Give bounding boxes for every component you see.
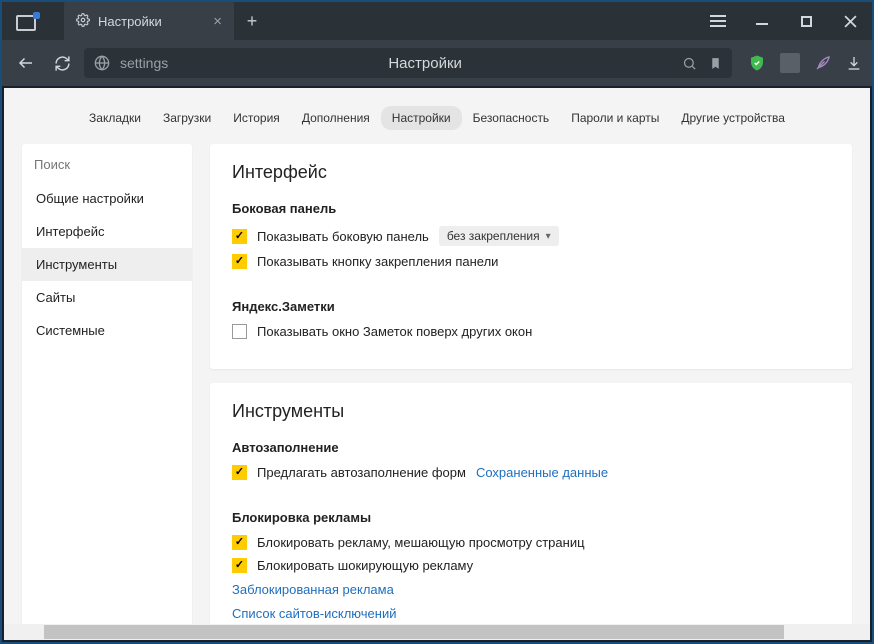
link-saved-data[interactable]: Сохраненные данные [476, 465, 608, 480]
checkbox-autofill[interactable] [232, 465, 247, 480]
topnav-passwords[interactable]: Пароли и карты [560, 106, 670, 130]
titlebar-left [2, 2, 46, 40]
settings-sidebar: Общие настройки Интерфейс Инструменты Са… [22, 144, 192, 624]
new-tab-button[interactable]: + [234, 2, 270, 40]
checkbox-show-sidepanel[interactable] [232, 229, 247, 244]
bookmark-icon[interactable] [709, 56, 722, 71]
notes-heading: Яндекс.Заметки [232, 299, 830, 314]
opt-notes-ontop-label: Показывать окно Заметок поверх других ок… [257, 324, 532, 339]
panel-tools: Инструменты Автозаполнение Предлагать ав… [210, 383, 852, 624]
download-icon[interactable] [846, 55, 862, 71]
topnav-bookmarks[interactable]: Закладки [78, 106, 152, 130]
maximize-icon [801, 16, 812, 27]
panel-tools-title: Инструменты [232, 401, 830, 422]
topnav-devices[interactable]: Другие устройства [670, 106, 796, 130]
sidebar-item-sites[interactable]: Сайты [22, 281, 192, 314]
content-area: Закладки Загрузки История Дополнения Нас… [4, 88, 870, 640]
url-text: settings [120, 55, 168, 71]
topnav-downloads[interactable]: Загрузки [152, 106, 222, 130]
sidebar-search-input[interactable] [34, 157, 180, 172]
opt-show-pin-button-label: Показывать кнопку закрепления панели [257, 254, 498, 269]
sidepanel-heading: Боковая панель [232, 201, 830, 216]
menu-button[interactable] [696, 2, 740, 40]
topnav-addons[interactable]: Дополнения [291, 106, 381, 130]
sidebar-item-tools[interactable]: Инструменты [22, 248, 192, 281]
window-maximize-button[interactable] [784, 2, 828, 40]
panel-interface: Интерфейс Боковая панель Показывать боко… [210, 144, 852, 369]
checkbox-block-shocking[interactable] [232, 558, 247, 573]
shield-icon[interactable] [748, 53, 766, 73]
taskview-icon[interactable] [16, 12, 38, 30]
topnav-settings[interactable]: Настройки [381, 106, 462, 130]
opt-autofill-label: Предлагать автозаполнение форм [257, 465, 466, 480]
opt-show-sidepanel-label: Показывать боковую панель [257, 229, 429, 244]
autofill-heading: Автозаполнение [232, 440, 830, 455]
checkbox-notes-ontop[interactable] [232, 324, 247, 339]
adblock-heading: Блокировка рекламы [232, 510, 830, 525]
back-button[interactable] [12, 49, 40, 77]
reload-button[interactable] [48, 49, 76, 77]
window-titlebar: Настройки × + [2, 2, 872, 40]
feather-icon[interactable] [814, 54, 832, 72]
minimize-icon [756, 23, 768, 25]
opt-block-intrusive-label: Блокировать рекламу, мешающую просмотру … [257, 535, 585, 550]
link-exceptions[interactable]: Список сайтов-исключений [232, 606, 396, 621]
page-title: Настройки [178, 55, 672, 72]
window-close-button[interactable] [828, 2, 872, 40]
select-sidepanel-mode[interactable]: без закрепления [439, 226, 559, 246]
checkbox-block-intrusive[interactable] [232, 535, 247, 550]
horizontal-scrollbar[interactable] [4, 624, 870, 640]
tab-title: Настройки [98, 14, 205, 29]
arrow-left-icon [17, 54, 35, 72]
search-icon[interactable] [682, 56, 697, 71]
address-bar: settings Настройки [2, 40, 872, 86]
gear-icon [76, 13, 90, 30]
browser-tab[interactable]: Настройки × [64, 2, 234, 40]
window-minimize-button[interactable] [740, 2, 784, 40]
close-icon [844, 15, 857, 28]
topnav-history[interactable]: История [222, 106, 291, 130]
sidebar-search[interactable] [22, 148, 192, 182]
panel-interface-title: Интерфейс [232, 162, 830, 183]
opt-block-shocking-label: Блокировать шокирующую рекламу [257, 558, 473, 573]
hamburger-icon [710, 15, 726, 27]
topnav-security[interactable]: Безопасность [462, 106, 561, 130]
tab-close-icon[interactable]: × [213, 13, 222, 30]
sidebar-item-interface[interactable]: Интерфейс [22, 215, 192, 248]
top-nav-tabs: Закладки Загрузки История Дополнения Нас… [4, 88, 870, 144]
avatar-icon[interactable] [780, 53, 800, 73]
reload-icon [54, 55, 71, 72]
sidebar-item-system[interactable]: Системные [22, 314, 192, 347]
address-field[interactable]: settings Настройки [84, 48, 732, 78]
sidebar-item-general[interactable]: Общие настройки [22, 182, 192, 215]
globe-icon [94, 55, 110, 71]
checkbox-show-pin-button[interactable] [232, 254, 247, 269]
link-blocked-ads[interactable]: Заблокированная реклама [232, 582, 394, 597]
